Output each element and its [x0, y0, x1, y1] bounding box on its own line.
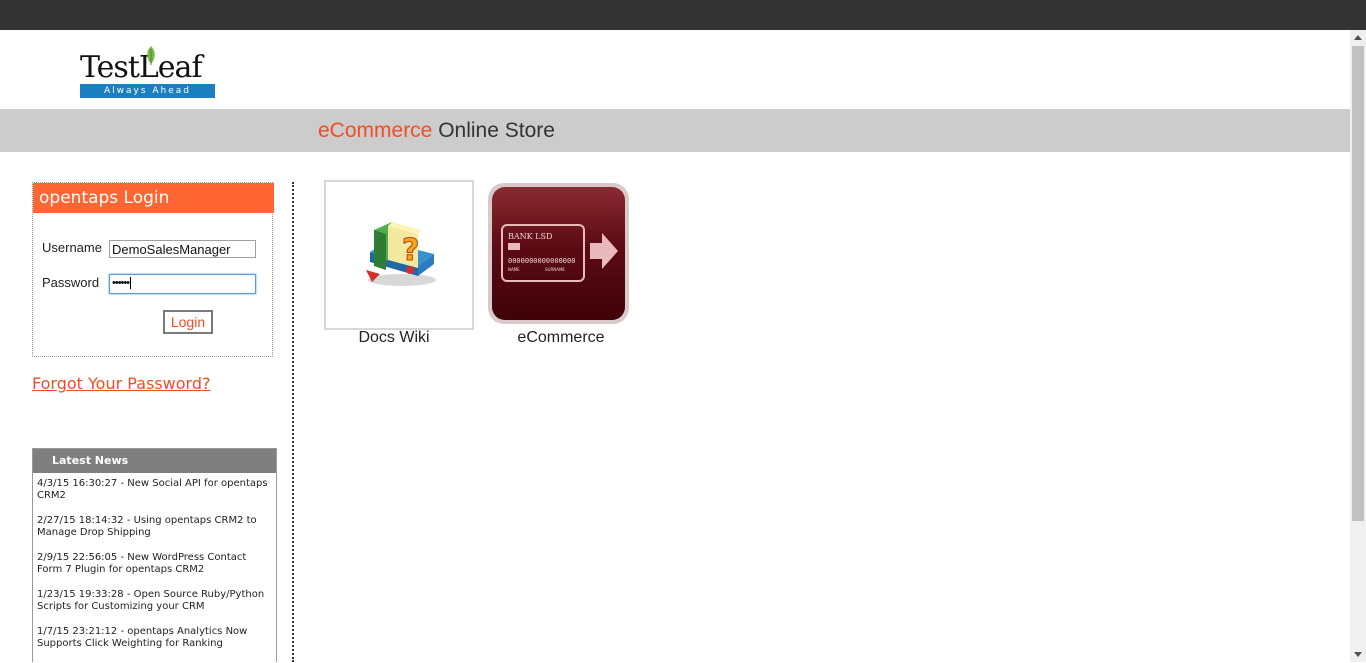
password-input[interactable]: •••••• [109, 274, 256, 294]
docs-wiki-label[interactable]: Docs Wiki [319, 329, 469, 347]
news-item[interactable]: 2/27/15 18:14:32 - Using opentaps CRM2 t… [37, 515, 271, 539]
vertical-divider [292, 182, 294, 662]
logo-wordmark-text: TestLeaf [80, 50, 204, 84]
page-title-accent: eCommerce [318, 119, 433, 142]
card-number-text: 0000000000000000 [508, 257, 575, 265]
news-item[interactable]: 2/9/15 22:56:05 - New WordPress Contact … [37, 552, 271, 576]
store-banner: eCommerce Online Store [0, 109, 1350, 152]
credit-card-icon: BANK LSD 0000000000000000 NAME SURNAME [501, 224, 618, 282]
docs-wiki-frame[interactable]: ? [324, 180, 474, 330]
ecommerce-frame[interactable]: BANK LSD 0000000000000000 NAME SURNAME [488, 183, 629, 324]
password-value: •••••• [112, 277, 130, 289]
news-item[interactable]: 1/7/15 23:21:12 - opentaps Analytics Now… [37, 626, 271, 650]
scroll-down-arrow-icon[interactable] [1350, 646, 1366, 662]
logo-tagline: Always Ahead [80, 84, 215, 98]
ecommerce-icon-bg: BANK LSD 0000000000000000 NAME SURNAME [492, 187, 625, 320]
scroll-up-arrow-icon[interactable] [1350, 30, 1366, 46]
news-item[interactable]: 1/23/15 19:33:28 - Open Source Ruby/Pyth… [37, 589, 271, 613]
login-panel: opentaps Login Username Password •••••• … [32, 182, 274, 357]
login-button[interactable]: Login [163, 310, 213, 334]
text-cursor [130, 277, 132, 289]
page-title: eCommerce Online Store [318, 119, 555, 143]
forgot-password-link[interactable]: Forgot Your Password? [32, 374, 211, 393]
card-name-text: NAME [508, 267, 520, 272]
card-surname-text: SURNAME [545, 267, 565, 272]
docs-wiki-icon: ? [366, 222, 436, 286]
top-bar [0, 0, 1366, 30]
news-list: 4/3/15 16:30:27 - New Social API for ope… [37, 478, 271, 663]
testleaf-logo[interactable]: TestLeaf Always Ahead [80, 46, 215, 98]
ecommerce-label[interactable]: eCommerce [486, 329, 636, 347]
card-bank-text: BANK LSD [508, 232, 552, 241]
leaf-icon [147, 46, 155, 65]
svg-text:?: ? [402, 233, 419, 268]
news-heading: Latest News [33, 449, 276, 473]
username-label: Username [42, 240, 102, 255]
scrollbar-thumb[interactable] [1352, 46, 1364, 521]
vertical-scrollbar[interactable] [1350, 30, 1366, 662]
username-input[interactable] [109, 240, 256, 258]
page-title-rest: Online Store [432, 119, 555, 142]
login-heading: opentaps Login [33, 183, 274, 213]
password-label: Password [42, 275, 100, 290]
latest-news-panel: Latest News 4/3/15 16:30:27 - New Social… [32, 448, 277, 662]
news-item[interactable]: 4/3/15 16:30:27 - New Social API for ope… [37, 478, 271, 502]
